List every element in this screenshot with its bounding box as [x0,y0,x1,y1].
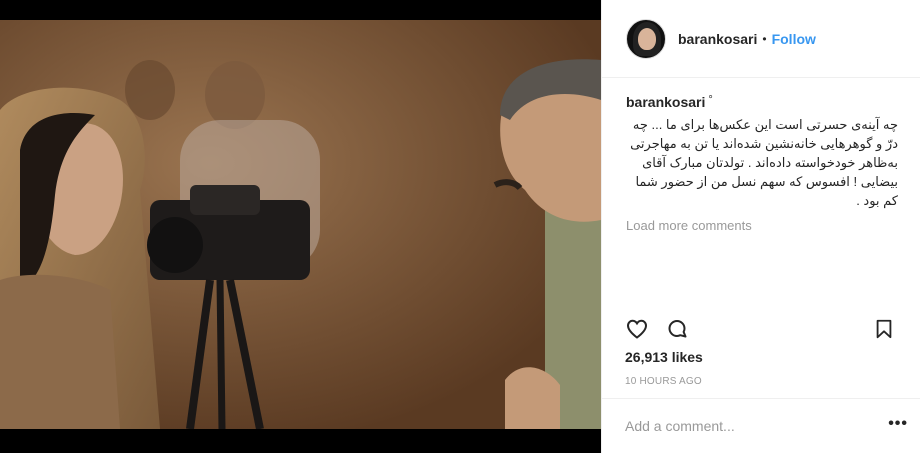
avatar[interactable] [626,18,666,59]
separator-dot: • [762,31,767,46]
add-comment-bar: ••• [601,398,920,453]
bookmark-icon[interactable] [870,315,898,343]
post-header: barankosari • Follow [602,0,920,78]
header-username[interactable]: barankosari [678,31,757,47]
more-options-icon[interactable]: ••• [888,415,908,433]
action-bar [601,311,920,347]
load-more-comments-link[interactable]: Load more comments [626,218,898,233]
add-comment-input[interactable] [625,418,875,434]
heart-icon[interactable] [623,315,651,343]
post-caption: چه آینه‌ی حسرتی است این عکس‌ها برای ما .… [630,117,898,208]
film-still-image [0,20,601,429]
comments-section: barankosari ° چه آینه‌ی حسرتی است این عکس… [602,78,920,296]
caption-author[interactable]: barankosari ° [626,94,713,110]
follow-button[interactable]: Follow [772,31,816,47]
post-photo[interactable] [0,20,601,429]
comment-icon[interactable] [663,315,691,343]
post-timestamp[interactable]: 10 HOURS AGO [625,376,702,387]
author-badge: ° [708,94,713,106]
likes-count[interactable]: 26,913 likes [625,349,703,365]
